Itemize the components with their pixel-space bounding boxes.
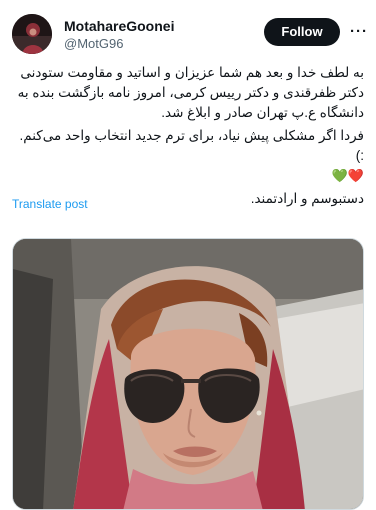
avatar[interactable] bbox=[12, 14, 52, 54]
tweet-text: به لطف خدا و بعد هم شما عزیزان و اساتید … bbox=[12, 63, 364, 209]
tweet-paragraph: فردا اگر مشکلی پیش نیاد، برای ترم جدید ا… bbox=[12, 126, 364, 186]
post-image[interactable] bbox=[12, 238, 364, 510]
translate-post-link[interactable]: Translate post bbox=[12, 196, 88, 212]
author-names: MotahareGoonei @MotG96 bbox=[64, 17, 174, 52]
tweet-line: فردا اگر مشکلی پیش نیاد، برای ترم جدید ا… bbox=[19, 128, 364, 163]
author-handle[interactable]: @MotG96 bbox=[64, 35, 174, 52]
tweet-card: MotahareGoonei @MotG96 Follow ··· به لطف… bbox=[0, 0, 376, 510]
author-display-name[interactable]: MotahareGoonei bbox=[64, 17, 174, 35]
heart-emoji-icon: ❤️💚 bbox=[331, 168, 364, 183]
follow-button[interactable]: Follow bbox=[264, 18, 340, 46]
tweet-paragraph: به لطف خدا و بعد هم شما عزیزان و اساتید … bbox=[17, 65, 364, 120]
more-horizontal-icon[interactable]: ··· bbox=[349, 20, 369, 44]
